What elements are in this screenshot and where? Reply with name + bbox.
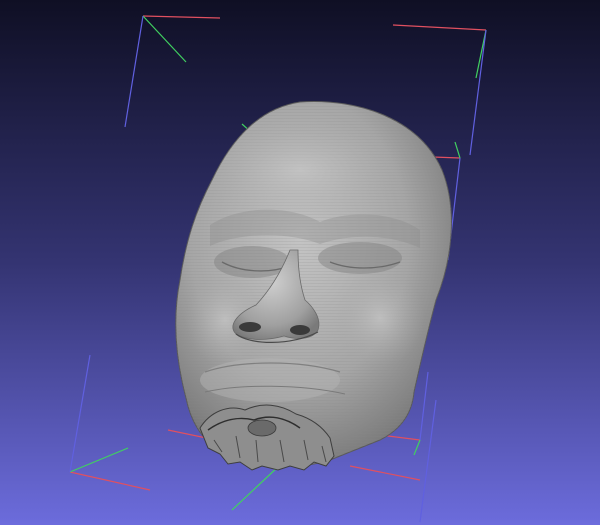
3d-scene[interactable] (0, 0, 600, 525)
right-nostril (290, 325, 310, 335)
3d-viewport[interactable] (0, 0, 600, 525)
left-nostril (239, 322, 261, 332)
right-eye-socket (318, 242, 402, 274)
